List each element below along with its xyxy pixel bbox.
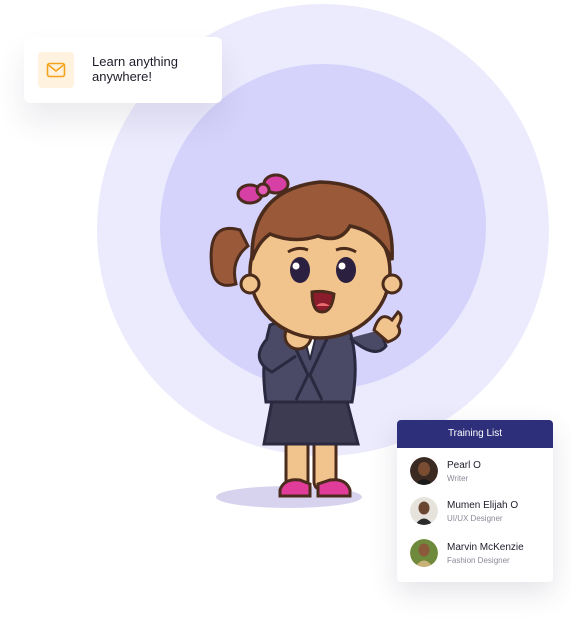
list-item[interactable]: Marvin McKenzie Fashion Designer bbox=[410, 539, 550, 569]
mail-icon bbox=[38, 52, 74, 88]
person-role: Fashion Designer bbox=[447, 556, 510, 565]
person-role: Writer bbox=[447, 474, 469, 483]
notice-text: Learn anything anywhere! bbox=[92, 54, 179, 84]
avatar bbox=[410, 457, 438, 485]
training-list-title: Training List bbox=[397, 420, 553, 448]
training-list-card: Training List Pearl O Writer Mumen Elija… bbox=[397, 420, 553, 582]
person-name: Marvin McKenzie bbox=[447, 542, 524, 553]
person-name: Mumen Elijah O bbox=[447, 500, 519, 511]
avatar bbox=[410, 497, 438, 525]
list-item[interactable]: Pearl O Writer bbox=[410, 457, 550, 487]
person-role: UI/UX Designer bbox=[447, 514, 503, 523]
list-item[interactable]: Mumen Elijah O UI/UX Designer bbox=[410, 497, 550, 527]
character-illustration bbox=[209, 173, 403, 508]
notice-card: Learn anything anywhere! bbox=[24, 37, 222, 103]
avatar bbox=[410, 539, 438, 567]
person-name: Pearl O bbox=[447, 460, 481, 471]
